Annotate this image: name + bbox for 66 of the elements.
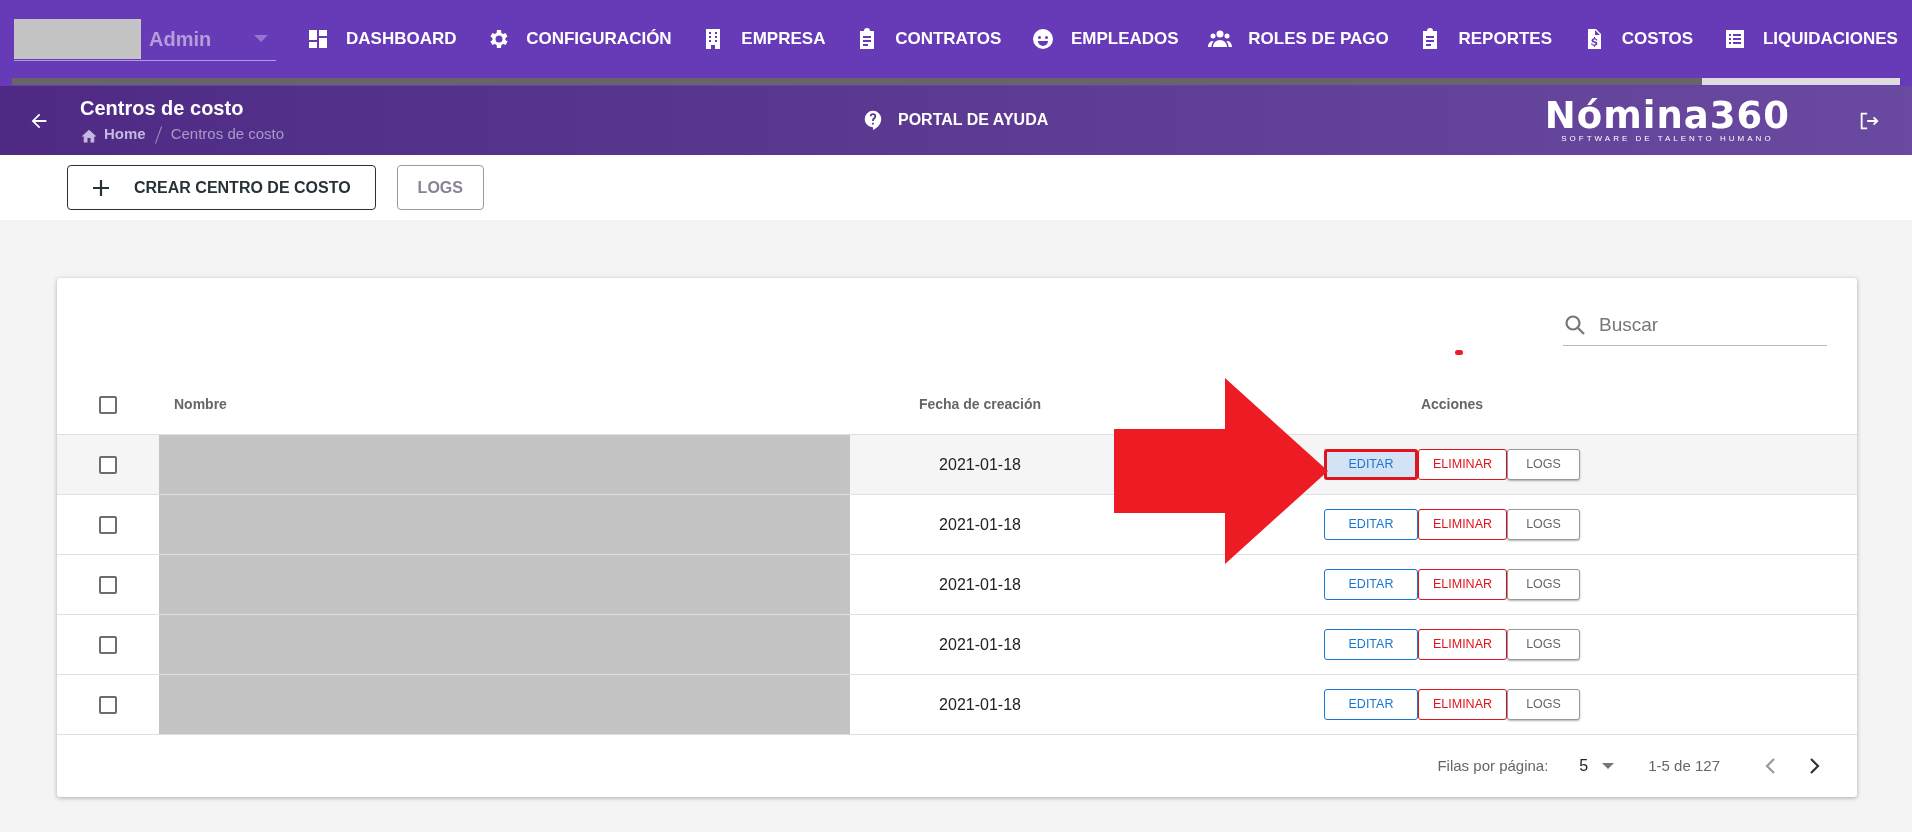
nav-item[interactable]: ROLES DE PAGO [1208,26,1389,52]
logs-button[interactable]: LOGS [1507,629,1580,660]
delete-button[interactable]: ELIMINAR [1418,509,1507,540]
page-title: Centros de costo [80,96,245,122]
nav-item[interactable]: LIQUIDACIONES [1722,26,1898,52]
rows-per-page-label: Filas por página: [1437,755,1549,776]
nav-item[interactable]: EMPLEADOS [1030,26,1179,52]
logs-button[interactable]: LOGS [1507,509,1580,540]
column-header: Acciones [1419,395,1485,414]
plus-icon [92,178,110,197]
search-field[interactable]: Buscar [1563,305,1827,346]
date-cell-text: 2021-01-18 [938,694,1022,715]
help-portal-link[interactable]: PORTAL DE AYUDA [862,108,1049,132]
caret-icon [1602,763,1615,769]
user-dropdown[interactable]: Admin [14,17,276,61]
logs-button[interactable]: LOGS [1507,569,1580,600]
edit-button[interactable]: EDITAR [1324,569,1418,600]
logs-button[interactable]: LOGS [1507,689,1580,720]
logo-text: Nómina360 [1544,97,1790,134]
date-cell-text: 2021-01-18 [938,454,1022,475]
nav-item[interactable]: COSTOS [1581,26,1694,52]
breadcrumb-current: Centros de costo [170,124,285,145]
edit-button[interactable]: EDITAR [1324,629,1418,660]
table-row[interactable]: 2021-01-18 EDITAR ELIMINAR LOGS [57,495,1857,555]
dashboard-icon [306,27,330,51]
column-header: Fecha de creación [917,395,1043,414]
date-cell-text: 2021-01-18 [938,514,1022,535]
nav-item[interactable]: REPORTES [1418,26,1552,52]
rows-per-page-value: 5 [1579,756,1589,776]
edit-button[interactable]: EDITAR [1324,689,1418,720]
table-row[interactable]: 2021-01-18 EDITAR ELIMINAR LOGS [57,555,1857,615]
next-page-icon[interactable] [1807,757,1821,775]
logs-button[interactable]: LOGS [1507,449,1580,480]
table-row[interactable]: 2021-01-18 EDITAR ELIMINAR LOGS [57,615,1857,675]
delete-button[interactable]: ELIMINAR [1418,629,1507,660]
nav-item[interactable]: DASHBOARD [306,26,457,52]
date-cell-text: 2021-01-18 [938,574,1022,595]
nav-item[interactable]: CONTRATOS [855,26,1002,52]
edit-button[interactable]: EDITAR [1324,449,1418,480]
create-button[interactable]: CREAR CENTRO DE COSTO [67,165,376,210]
face-icon [1030,27,1055,51]
checkbox[interactable] [99,575,117,594]
logo-tagline: SOFTWARE DE TALENTO HUMANO [1561,133,1774,144]
edit-button[interactable]: EDITAR [1324,509,1418,540]
user-name: Admin [149,26,212,52]
nav-item[interactable]: EMPRESA [701,26,826,52]
nav-item[interactable]: CONFIGURACIÓN [486,26,672,52]
page-range: 1-5 de 127 [1648,755,1720,776]
checkbox[interactable] [99,515,117,534]
checkbox[interactable] [99,695,117,714]
rows-per-page-select[interactable]: 5 [1579,754,1615,778]
caret-icon [254,35,268,42]
checkbox[interactable] [99,635,117,654]
column-header: Nombre [173,395,228,414]
delete-button[interactable]: ELIMINAR [1418,689,1507,720]
delete-button[interactable]: ELIMINAR [1418,569,1507,600]
breadcrumb-link[interactable]: Home [80,123,146,146]
checkbox[interactable] [99,455,117,474]
search-icon [1563,313,1587,337]
table-row[interactable]: 2021-01-18 EDITAR ELIMINAR LOGS [57,675,1857,735]
checkbox[interactable] [99,395,117,414]
logs-button[interactable]: LOGS [396,165,484,210]
previous-page-icon[interactable] [1764,757,1778,775]
delete-button[interactable]: ELIMINAR [1418,449,1507,480]
date-cell-text: 2021-01-18 [938,634,1022,655]
help-icon [862,109,884,131]
